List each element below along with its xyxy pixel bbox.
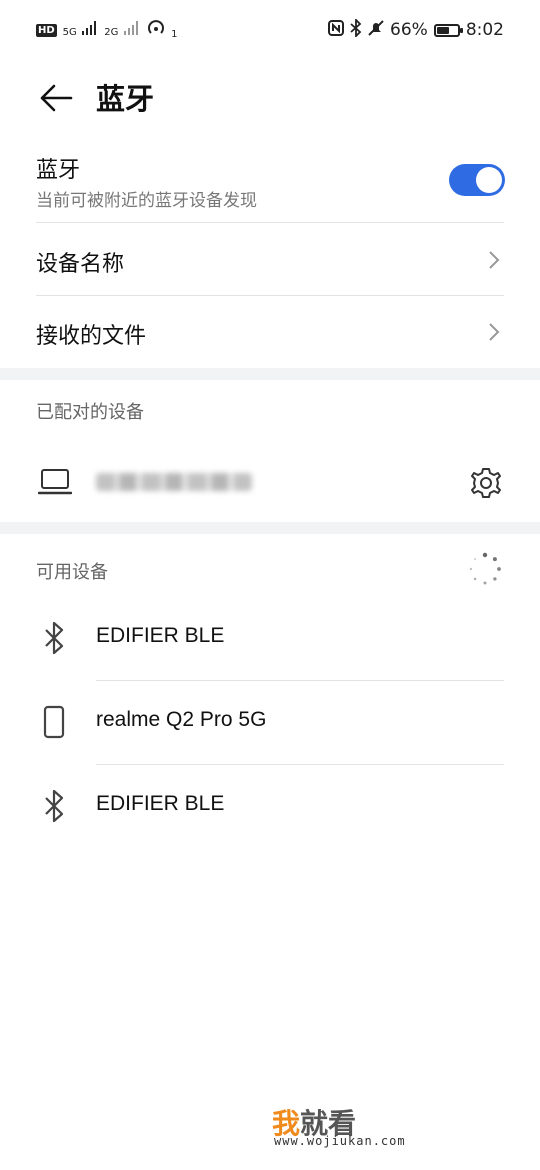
received-files-row[interactable]: 接收的文件 (0, 296, 540, 368)
battery-icon (433, 23, 463, 37)
hotspot-count: 1 (171, 28, 178, 40)
status-right: 66% 8:02 (328, 17, 504, 42)
laptop-icon (38, 469, 72, 495)
status-left: HD 5G 2G 1 (36, 19, 178, 42)
signal-icon: 2G (104, 20, 140, 40)
available-device-row[interactable]: EDIFIER BLE (0, 764, 540, 848)
hotspot-icon: 1 (146, 19, 178, 42)
page-title: 蓝牙 (96, 82, 155, 116)
received-files-label: 接收的文件 (36, 324, 147, 349)
bluetooth-icon (45, 789, 64, 823)
hd-badge: HD (36, 23, 57, 37)
loading-spinner-icon (469, 552, 501, 585)
device-name-row[interactable]: 设备名称 (0, 224, 540, 296)
phone-icon (43, 705, 65, 739)
section-gap (0, 368, 540, 380)
clock: 8:02 (465, 20, 504, 40)
chevron-right-icon (489, 251, 500, 269)
paired-device-name-redacted (96, 473, 252, 491)
device-name-label: 设备名称 (36, 252, 125, 277)
bluetooth-toggle-row[interactable]: 蓝牙 当前可被附近的蓝牙设备发现 (0, 140, 540, 222)
nfc-icon (328, 19, 345, 41)
available-devices-header: 可用设备 (36, 562, 108, 583)
signal-2-label: 2G (104, 27, 119, 38)
chevron-right-icon (489, 323, 500, 341)
bluetooth-subtitle: 当前可被附近的蓝牙设备发现 (36, 191, 257, 211)
bluetooth-label: 蓝牙 (36, 158, 81, 183)
bluetooth-switch[interactable] (449, 164, 505, 196)
back-button[interactable] (36, 78, 76, 118)
watermark-url: www.wojiukan.com (274, 1134, 406, 1148)
title-bar: 蓝牙 (0, 60, 540, 136)
mute-icon (368, 19, 384, 41)
battery-percent: 66% (390, 20, 428, 40)
signal-icon: 5G (63, 20, 99, 40)
bluetooth-icon (45, 621, 64, 655)
status-bar: HD 5G 2G 1 66% 8:02 (0, 0, 540, 60)
section-gap (0, 522, 540, 534)
device-name: EDIFIER BLE (96, 792, 225, 815)
gear-icon[interactable] (468, 465, 504, 501)
device-name: EDIFIER BLE (96, 624, 225, 647)
bluetooth-status-icon (350, 17, 362, 42)
signal-1-label: 5G (62, 27, 77, 38)
divider (36, 222, 504, 223)
back-arrow-icon (40, 84, 73, 112)
device-name: realme Q2 Pro 5G (96, 708, 267, 731)
watermark: 我就看 www.wojiukan.com (160, 1090, 530, 1162)
available-device-row[interactable]: realme Q2 Pro 5G (0, 680, 540, 764)
switch-knob (476, 167, 502, 193)
paired-device-row[interactable] (0, 445, 540, 520)
available-device-row[interactable]: EDIFIER BLE (0, 596, 540, 680)
paired-devices-header: 已配对的设备 (36, 402, 144, 423)
